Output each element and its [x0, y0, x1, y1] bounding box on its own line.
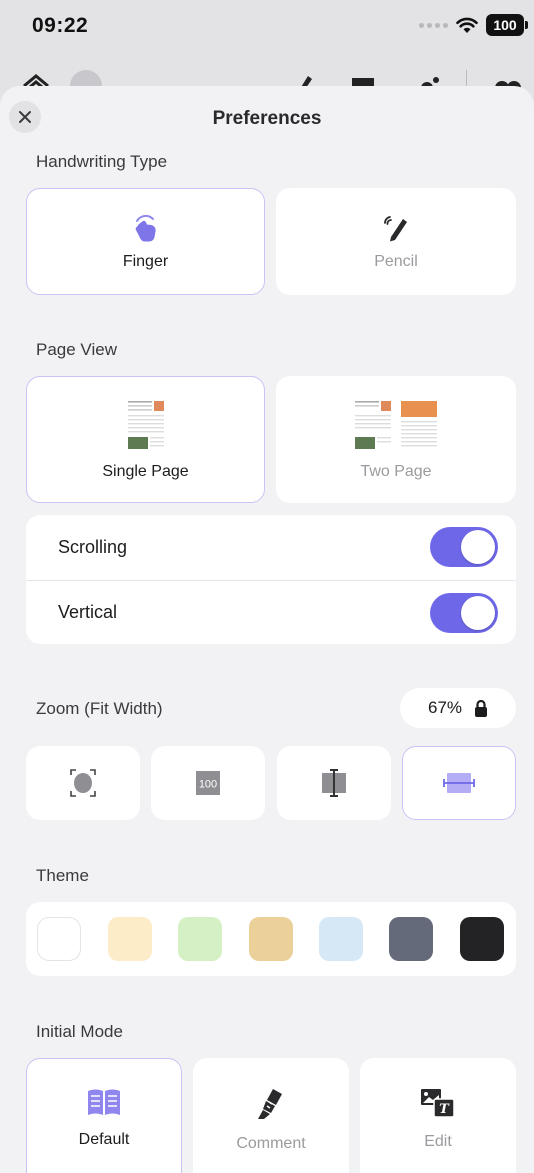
two-page-thumbnail-icon: [353, 398, 439, 453]
theme-tan-swatch[interactable]: [249, 917, 293, 961]
actual-size-icon: 100: [196, 771, 220, 795]
vertical-row: Vertical: [26, 580, 516, 644]
zoom-actual-size-button[interactable]: 100: [151, 746, 265, 820]
two-page-label: Two Page: [360, 462, 432, 480]
svg-text:100: 100: [199, 779, 217, 791]
sheet-header: Preferences: [0, 86, 534, 152]
page-view-toggles: Scrolling Vertical: [26, 515, 516, 644]
book-icon: [88, 1089, 120, 1115]
pencil-icon: [384, 215, 407, 241]
pencil-label: Pencil: [374, 252, 418, 270]
lock-icon: [475, 699, 488, 717]
sheet-title: Preferences: [212, 108, 322, 129]
zoom-fit-page-button[interactable]: [26, 746, 140, 820]
theme-black-swatch[interactable]: [460, 917, 504, 961]
scrolling-label: Scrolling: [58, 536, 128, 557]
vertical-label: Vertical: [58, 602, 118, 622]
wifi-icon: [456, 17, 478, 33]
theme-label: Theme: [36, 866, 89, 885]
zoom-fit-width-button[interactable]: [402, 746, 516, 820]
zoom-label: Zoom (Fit Width): [36, 699, 163, 718]
edit-text-image-icon: T: [421, 1089, 455, 1118]
mode-comment-label: Comment: [236, 1135, 306, 1152]
switch-knob: [461, 595, 495, 630]
vertical-switch[interactable]: [430, 592, 498, 633]
theme-white-swatch[interactable]: [37, 917, 81, 961]
zoom-value-pill[interactable]: 67%: [400, 688, 516, 728]
status-bar: 09:22 100: [0, 0, 534, 54]
theme-blue-swatch[interactable]: [319, 917, 363, 961]
fit-page-icon: [70, 769, 96, 797]
switch-knob: [461, 530, 495, 564]
mode-edit-option[interactable]: T Edit: [360, 1058, 516, 1173]
zoom-value: 67%: [427, 698, 463, 717]
theme-slate-swatch[interactable]: [389, 917, 433, 961]
fit-width-icon: [443, 773, 475, 793]
mode-default-label: Default: [78, 1131, 130, 1148]
mode-default-option[interactable]: Default: [26, 1058, 182, 1173]
handwriting-finger-option[interactable]: Finger: [26, 188, 265, 295]
status-time: 09:22: [32, 14, 89, 37]
status-icons: 100: [419, 14, 528, 36]
mode-edit-label: Edit: [424, 1133, 452, 1150]
finger-label: Finger: [122, 252, 169, 270]
handwriting-type-label: Handwriting Type: [36, 152, 168, 171]
preferences-sheet: Preferences Handwriting Type Finger Penc…: [0, 86, 534, 1173]
two-page-option[interactable]: Two Page: [276, 376, 516, 503]
single-page-thumbnail-icon: [125, 398, 166, 453]
theme-green-swatch[interactable]: [178, 917, 222, 961]
single-page-label: Single Page: [102, 462, 189, 480]
cellular-signal-icon: [419, 22, 448, 28]
zoom-fit-height-button[interactable]: [277, 746, 391, 820]
scrolling-switch[interactable]: [430, 527, 498, 567]
theme-swatches: [26, 902, 516, 976]
svg-text:T: T: [439, 1102, 450, 1117]
single-page-option[interactable]: Single Page: [26, 376, 265, 503]
fit-height-icon: [322, 769, 346, 797]
finger-touch-icon: [135, 214, 156, 241]
battery-indicator: 100: [486, 14, 528, 36]
mode-comment-option[interactable]: Comment: [193, 1058, 349, 1173]
theme-cream-swatch[interactable]: [108, 917, 152, 961]
scrolling-row: Scrolling: [26, 515, 516, 579]
page-view-label: Page View: [36, 340, 117, 359]
highlighter-icon: [258, 1089, 282, 1119]
handwriting-pencil-option[interactable]: Pencil: [276, 188, 516, 295]
initial-mode-label: Initial Mode: [36, 1022, 123, 1041]
